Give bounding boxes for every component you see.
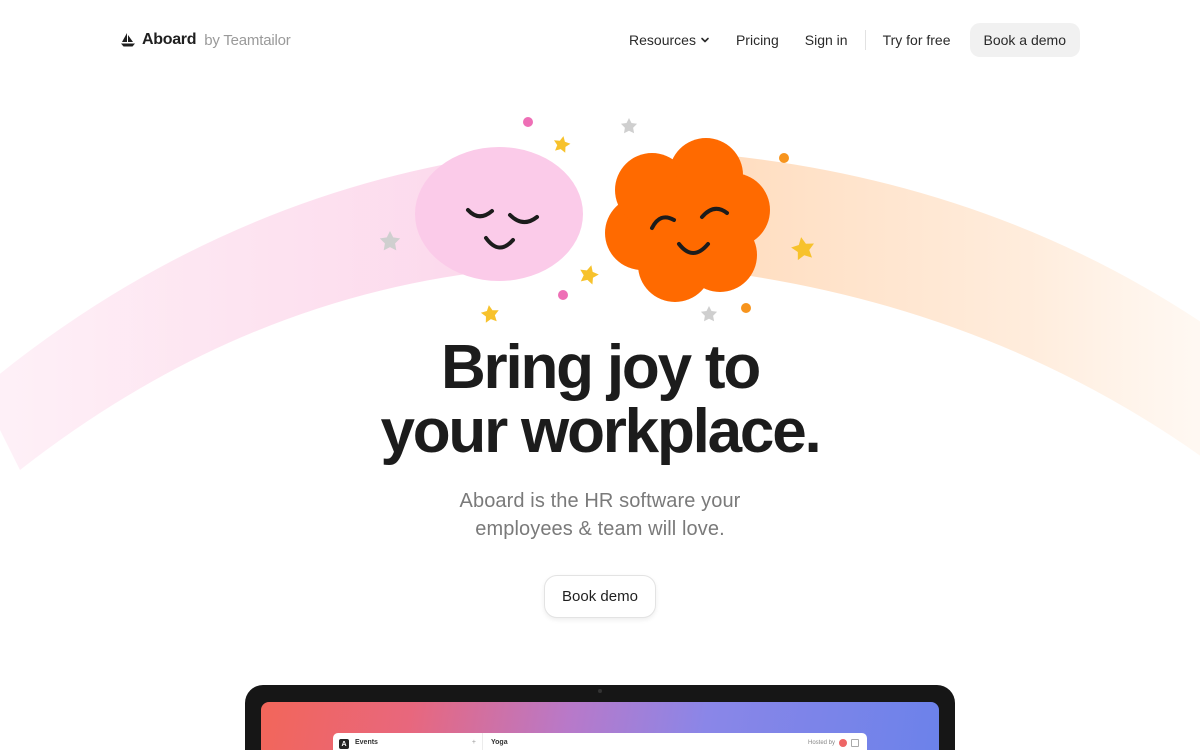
dot-decoration	[741, 303, 751, 313]
star-icon	[700, 306, 718, 322]
brand-byline: by Teamtailor	[204, 31, 291, 49]
star-icon	[480, 305, 499, 323]
app-hosted-by: Hosted by	[808, 739, 859, 747]
laptop-notch	[558, 685, 642, 701]
app-preview-window: A Events + Yoga Hosted by	[333, 733, 867, 750]
dot-decoration	[779, 153, 789, 163]
star-icon	[379, 231, 401, 251]
sailboat-icon	[121, 33, 135, 47]
nav-pricing[interactable]: Pricing	[723, 32, 792, 48]
app-hosted-by-label: Hosted by	[807, 740, 835, 746]
app-logo: A	[339, 739, 349, 749]
dot-decoration	[523, 117, 533, 127]
star-icon	[553, 136, 571, 153]
book-a-demo-button[interactable]: Book a demo	[969, 23, 1080, 57]
app-event-title: Yoga	[491, 739, 508, 746]
app-events-title: Events	[355, 739, 378, 746]
pink-blob-mascot	[415, 147, 583, 281]
star-icon	[580, 265, 599, 285]
nav-sign-in[interactable]: Sign in	[792, 32, 861, 48]
avatar	[839, 739, 847, 747]
nav-try-for-free[interactable]: Try for free	[870, 32, 964, 48]
nav-resources[interactable]: Resources	[616, 32, 723, 48]
landing-page: Aboard by Teamtailor Resources Pricing S…	[0, 0, 1200, 750]
camera-icon	[598, 689, 602, 693]
laptop-mockup: A Events + Yoga Hosted by	[245, 685, 955, 750]
hero-subtitle-line-1: Aboard is the HR software your	[459, 490, 741, 512]
star-icon	[791, 237, 814, 261]
orange-flower-mascot	[605, 138, 770, 302]
hero-subtitle-line-2: employees & team will love.	[475, 518, 725, 540]
hero-title-line-2: your workplace.	[380, 397, 821, 466]
brand-name: Aboard	[142, 31, 197, 48]
hero-subtitle: Aboard is the HR software your employees…	[0, 487, 1200, 543]
site-header: Aboard by Teamtailor Resources Pricing S…	[120, 22, 1080, 58]
dot-decoration	[558, 290, 568, 300]
chevron-down-icon	[701, 37, 709, 43]
main-nav: Resources Pricing Sign in Try for free B…	[616, 23, 1080, 57]
book-demo-button[interactable]: Book demo	[544, 575, 656, 618]
app-sidebar: A Events +	[333, 733, 483, 750]
plus-icon: +	[471, 739, 476, 746]
star-icon	[620, 118, 638, 134]
nav-resources-label: Resources	[629, 32, 696, 48]
laptop-screen: A Events + Yoga Hosted by	[261, 702, 939, 750]
nav-divider	[864, 30, 866, 50]
hero-title: Bring joy to your workplace.	[0, 336, 1200, 464]
calendar-icon	[851, 739, 859, 747]
hero-title-line-1: Bring joy to	[440, 333, 761, 402]
app-event-detail: Yoga Hosted by	[483, 733, 867, 750]
brand-logo[interactable]: Aboard by Teamtailor	[120, 31, 291, 49]
